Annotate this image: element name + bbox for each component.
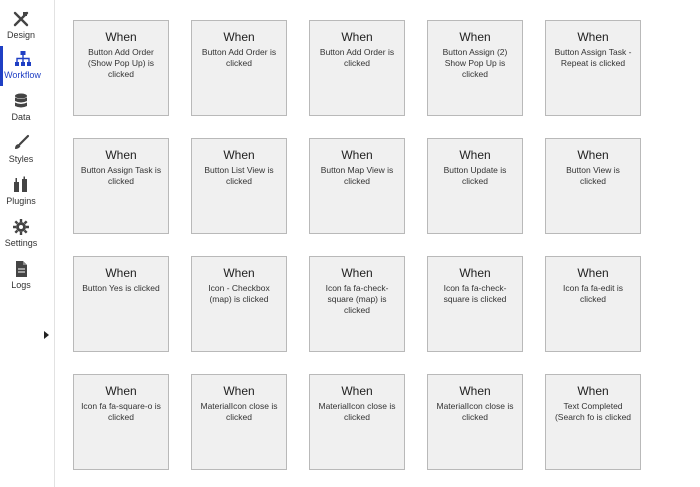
workflow-event-card[interactable]: When Button Update is clicked xyxy=(427,138,523,234)
event-heading: When xyxy=(341,30,373,44)
event-heading: When xyxy=(577,384,609,398)
sidebar-item-plugins[interactable]: Plugins xyxy=(0,172,42,212)
event-description: Button List View is clicked xyxy=(204,165,274,186)
event-heading: When xyxy=(459,384,491,398)
sidebar-item-settings[interactable]: Settings xyxy=(0,214,42,254)
workflow-canvas: When Button Add Order (Show Pop Up) is c… xyxy=(55,0,700,487)
design-tools-icon xyxy=(13,11,29,27)
workflow-event-card[interactable]: When Button Yes is clicked xyxy=(73,256,169,352)
sidebar-item-label: Styles xyxy=(8,154,34,164)
event-heading: When xyxy=(577,148,609,162)
event-heading: When xyxy=(105,384,137,398)
event-description: Button Add Order is clicked xyxy=(319,47,395,68)
expand-panel-arrow-icon[interactable] xyxy=(44,331,49,339)
database-icon xyxy=(15,93,27,108)
workflow-event-card[interactable]: When Icon fa fa-check-square (map) is cl… xyxy=(309,256,405,352)
event-description: Button Update is clicked xyxy=(443,165,507,186)
sidebar-item-label: Plugins xyxy=(6,196,36,206)
workflow-event-card[interactable]: When Button Assign (2) Show Pop Up is cl… xyxy=(427,20,523,116)
event-description: Button Assign Task - Repeat is clicked xyxy=(554,47,632,68)
event-heading: When xyxy=(341,384,373,398)
workflow-event-card[interactable]: When Icon fa fa-edit is clicked xyxy=(545,256,641,352)
workflow-event-card[interactable]: When Icon - Checkbox (map) is clicked xyxy=(191,256,287,352)
event-description: Button Assign (2) Show Pop Up is clicked xyxy=(442,47,508,79)
sidebar: Design Workflow Data Styles Plugins Sett… xyxy=(0,0,43,487)
workflow-event-card[interactable]: When MaterialIcon close is clicked xyxy=(191,374,287,470)
brush-icon xyxy=(15,134,30,149)
event-description: Icon - Checkbox (map) is clicked xyxy=(208,283,270,304)
workflow-event-card[interactable]: When Icon fa fa-square-o is clicked xyxy=(73,374,169,470)
sidebar-item-label: Settings xyxy=(4,238,38,248)
event-heading: When xyxy=(577,266,609,280)
event-heading: When xyxy=(577,30,609,44)
workflow-event-card[interactable]: When MaterialIcon close is clicked xyxy=(427,374,523,470)
plug-icon xyxy=(14,176,27,192)
collapsed-panel xyxy=(42,0,55,487)
workflow-event-card[interactable]: When Text Completed (Search fo is clicke… xyxy=(545,374,641,470)
event-heading: When xyxy=(459,266,491,280)
workflow-event-card[interactable]: When Button List View is clicked xyxy=(191,138,287,234)
sidebar-item-label: Design xyxy=(6,30,35,40)
sidebar-item-styles[interactable]: Styles xyxy=(0,130,42,170)
event-description: Text Completed (Search fo is clicked xyxy=(554,401,632,422)
sidebar-item-label: Logs xyxy=(11,280,31,290)
workflow-event-card[interactable]: When MaterialIcon close is clicked xyxy=(309,374,405,470)
event-heading: When xyxy=(223,384,255,398)
sidebar-item-logs[interactable]: Logs xyxy=(0,256,42,296)
document-icon xyxy=(16,261,27,277)
event-description: Button Assign Task is clicked xyxy=(80,165,162,186)
event-heading: When xyxy=(105,148,137,162)
event-description: Icon fa fa-square-o is clicked xyxy=(81,401,161,422)
event-description: MaterialIcon close is clicked xyxy=(200,401,278,422)
sidebar-item-label: Data xyxy=(11,112,31,122)
workflow-event-card[interactable]: When Button Add Order is clicked xyxy=(309,20,405,116)
workflow-icon xyxy=(14,51,31,66)
event-description: Button Add Order is clicked xyxy=(201,47,277,68)
workflow-event-card[interactable]: When Button Assign Task is clicked xyxy=(73,138,169,234)
event-description: Button Add Order (Show Pop Up) is clicke… xyxy=(87,47,155,79)
event-heading: When xyxy=(105,30,137,44)
workflow-event-card[interactable]: When Icon fa fa-check-square is clicked xyxy=(427,256,523,352)
workflow-event-card[interactable]: When Button Map View is clicked xyxy=(309,138,405,234)
event-description: MaterialIcon close is clicked xyxy=(436,401,514,422)
event-description: Button View is clicked xyxy=(566,165,620,186)
event-description: Icon fa fa-check-square (map) is clicked xyxy=(325,283,389,315)
event-description: MaterialIcon close is clicked xyxy=(318,401,396,422)
event-heading: When xyxy=(459,30,491,44)
event-description: Button Map View is clicked xyxy=(320,165,394,186)
workflow-event-card[interactable]: When Button Assign Task - Repeat is clic… xyxy=(545,20,641,116)
sidebar-item-workflow[interactable]: Workflow xyxy=(0,46,42,86)
event-description: Icon fa fa-check-square is clicked xyxy=(443,283,507,304)
sidebar-item-data[interactable]: Data xyxy=(0,88,42,128)
event-heading: When xyxy=(223,148,255,162)
event-heading: When xyxy=(223,30,255,44)
event-heading: When xyxy=(341,148,373,162)
gear-icon xyxy=(13,219,29,235)
sidebar-item-label: Workflow xyxy=(4,70,41,80)
event-heading: When xyxy=(105,266,137,280)
workflow-event-card[interactable]: When Button Add Order is clicked xyxy=(191,20,287,116)
event-description: Button Yes is clicked xyxy=(82,283,160,293)
event-description: Icon fa fa-edit is clicked xyxy=(562,283,623,304)
event-heading: When xyxy=(223,266,255,280)
event-heading: When xyxy=(459,148,491,162)
workflow-event-card[interactable]: When Button View is clicked xyxy=(545,138,641,234)
sidebar-item-design[interactable]: Design xyxy=(0,6,42,46)
event-heading: When xyxy=(341,266,373,280)
workflow-event-card[interactable]: When Button Add Order (Show Pop Up) is c… xyxy=(73,20,169,116)
